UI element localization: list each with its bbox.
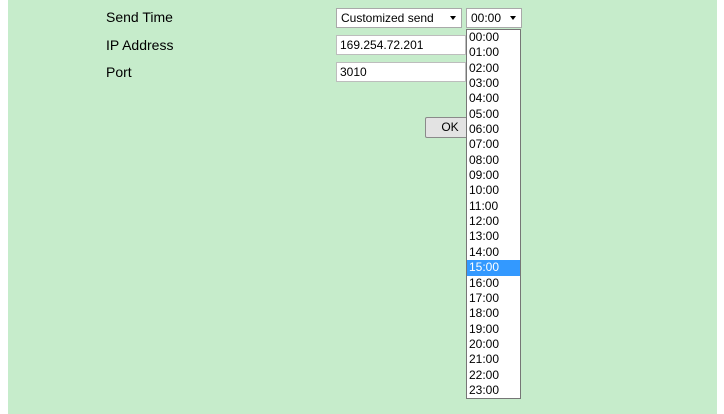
port-value: 3010: [340, 65, 367, 79]
time-option[interactable]: 06:00: [467, 122, 520, 137]
time-option[interactable]: 12:00: [467, 214, 520, 229]
time-option[interactable]: 01:00: [467, 45, 520, 60]
ip-address-input[interactable]: 169.254.72.201: [336, 35, 466, 55]
time-option[interactable]: 20:00: [467, 337, 520, 352]
time-option[interactable]: 10:00: [467, 183, 520, 198]
time-option[interactable]: 22:00: [467, 368, 520, 383]
time-option[interactable]: 03:00: [467, 76, 520, 91]
send-mode-value: Customized send: [341, 11, 434, 25]
time-option[interactable]: 15:00: [467, 260, 520, 276]
send-mode-select[interactable]: Customized send: [336, 8, 462, 28]
time-option[interactable]: 00:00: [467, 30, 520, 45]
time-option[interactable]: 04:00: [467, 91, 520, 106]
time-dropdown-list[interactable]: 00:00 01:00 02:00 03:00 04:00 05:00 06:00 07:00…: [466, 29, 521, 400]
time-option[interactable]: 19:00: [467, 322, 520, 337]
time-option[interactable]: 16:00: [467, 276, 520, 291]
time-option[interactable]: 11:00: [467, 199, 520, 214]
time-option[interactable]: 05:00: [467, 107, 520, 122]
port-label: Port: [106, 64, 132, 80]
time-option[interactable]: 13:00: [467, 229, 520, 244]
time-option[interactable]: 09:00: [467, 168, 520, 183]
time-option[interactable]: 18:00: [467, 306, 520, 321]
time-option[interactable]: 07:00: [467, 137, 520, 152]
port-input[interactable]: 3010: [336, 62, 466, 82]
ip-address-value: 169.254.72.201: [340, 38, 424, 52]
ip-address-label: IP Address: [106, 37, 174, 53]
time-value: 00:00: [471, 11, 502, 25]
send-time-label: Send Time: [106, 9, 173, 25]
time-option[interactable]: 08:00: [467, 153, 520, 168]
time-option[interactable]: 21:00: [467, 352, 520, 367]
chevron-down-icon: [450, 16, 456, 20]
time-option[interactable]: 23:00: [467, 383, 520, 398]
chevron-down-icon: [510, 16, 516, 20]
time-option[interactable]: 02:00: [467, 61, 520, 76]
time-option[interactable]: 17:00: [467, 291, 520, 306]
time-option[interactable]: 14:00: [467, 245, 520, 260]
time-select[interactable]: 00:00: [466, 8, 522, 28]
